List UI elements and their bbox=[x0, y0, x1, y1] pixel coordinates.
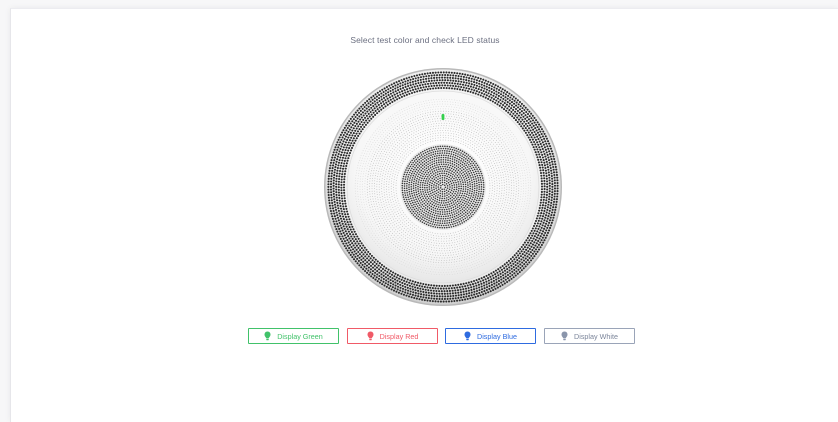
main-panel: Select test color and check LED status D… bbox=[10, 8, 838, 422]
display-white-label: Display White bbox=[574, 331, 618, 341]
display-blue-label: Display Blue bbox=[477, 331, 517, 341]
bulb-icon bbox=[464, 331, 471, 341]
bulb-icon bbox=[367, 331, 374, 341]
led-test-buttons: Display Green Display Red Display Blue D… bbox=[11, 328, 838, 348]
page-title: Select test color and check LED status bbox=[350, 35, 500, 45]
bulb-icon bbox=[561, 331, 568, 341]
display-red-label: Display Red bbox=[379, 331, 419, 341]
speakerphone-device-image bbox=[323, 67, 563, 307]
bulb-icon bbox=[264, 331, 271, 341]
display-green-label: Display Green bbox=[277, 331, 323, 341]
display-green-button[interactable]: Display Green bbox=[248, 328, 339, 344]
display-red-button[interactable]: Display Red bbox=[347, 328, 438, 344]
display-white-button[interactable]: Display White bbox=[544, 328, 635, 344]
display-blue-button[interactable]: Display Blue bbox=[445, 328, 536, 344]
led-indicator-icon bbox=[441, 114, 445, 120]
